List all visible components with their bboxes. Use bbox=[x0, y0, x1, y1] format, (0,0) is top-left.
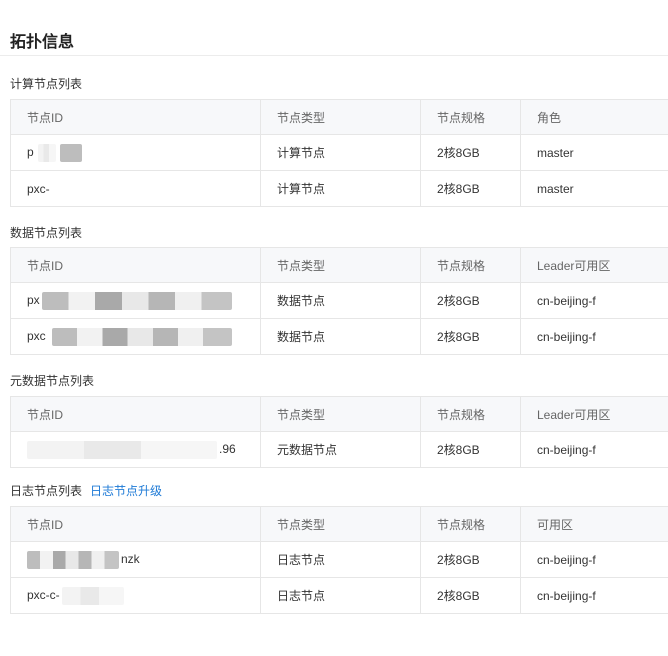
metadata-section-title: 元数据节点列表 bbox=[10, 374, 95, 388]
node-id-cell: p bbox=[10, 134, 261, 171]
node-zone-cell: cn-beijing-f bbox=[520, 431, 668, 468]
table-row: px 数据节点 2核8GB cn-beijing-f bbox=[10, 282, 668, 319]
node-id-cell: pxc- bbox=[10, 170, 261, 207]
node-zone-cell: cn-beijing-f bbox=[520, 541, 668, 578]
table-row: nzk 日志节点 2核8GB cn-beijing-f bbox=[10, 541, 668, 578]
log-section-title-text: 日志节点列表 bbox=[10, 484, 83, 498]
node-id-cell: px bbox=[10, 282, 261, 319]
node-spec-cell: 2核8GB bbox=[420, 170, 521, 207]
data-section-title: 数据节点列表 bbox=[10, 226, 83, 240]
redaction-mask bbox=[37, 143, 56, 162]
node-type-cell: 计算节点 bbox=[260, 170, 421, 207]
node-role-cell: master bbox=[520, 134, 668, 171]
node-type-cell: 日志节点 bbox=[260, 541, 421, 578]
node-spec-cell: 2核8GB bbox=[420, 431, 521, 468]
node-type-cell: 日志节点 bbox=[260, 577, 421, 614]
column-header: 节点类型 bbox=[260, 506, 421, 542]
node-id-text: p bbox=[27, 144, 34, 159]
node-spec-cell: 2核8GB bbox=[420, 577, 521, 614]
node-id-text: px bbox=[27, 292, 40, 307]
redaction-mask bbox=[51, 327, 232, 346]
column-header: 节点规格 bbox=[420, 396, 521, 432]
title-divider bbox=[0, 55, 668, 56]
node-type-cell: 元数据节点 bbox=[260, 431, 421, 468]
column-header: 节点规格 bbox=[420, 247, 521, 283]
column-header: 节点ID bbox=[10, 247, 261, 283]
redaction-mask bbox=[61, 586, 124, 605]
compute-node-table: 节点ID 节点类型 节点规格 角色 p 计算节点 2核8GB master px… bbox=[10, 99, 668, 207]
node-type-cell: 数据节点 bbox=[260, 282, 421, 319]
column-header: 节点类型 bbox=[260, 247, 421, 283]
table-row: pxc- 计算节点 2核8GB master bbox=[10, 170, 668, 207]
table-row: pxc-c- 日志节点 2核8GB cn-beijing-f bbox=[10, 577, 668, 614]
node-spec-cell: 2核8GB bbox=[420, 282, 521, 319]
node-zone-cell: cn-beijing-f bbox=[520, 282, 668, 319]
column-header: Leader可用区 bbox=[520, 396, 668, 432]
node-id-text: pxc-c- bbox=[27, 587, 60, 602]
node-id-cell: .96 bbox=[10, 431, 261, 468]
node-zone-cell: cn-beijing-f bbox=[520, 577, 668, 614]
metadata-node-table: 节点ID 节点类型 节点规格 Leader可用区 .96 元数据节点 2核8GB… bbox=[10, 396, 668, 468]
table-header-row: 节点ID 节点类型 节点规格 Leader可用区 bbox=[10, 247, 668, 283]
table-row: pxc 数据节点 2核8GB cn-beijing-f bbox=[10, 318, 668, 355]
node-id-cell: pxc-c- bbox=[10, 577, 261, 614]
column-header: 节点ID bbox=[10, 99, 261, 135]
redaction-mask bbox=[41, 291, 232, 310]
table-header-row: 节点ID 节点类型 节点规格 可用区 bbox=[10, 506, 668, 542]
node-type-cell: 计算节点 bbox=[260, 134, 421, 171]
node-id-text: pxc bbox=[27, 328, 46, 343]
column-header: 可用区 bbox=[520, 506, 668, 542]
log-node-table: 节点ID 节点类型 节点规格 可用区 nzk 日志节点 2核8GB cn-bei… bbox=[10, 506, 668, 614]
redaction-mask bbox=[27, 440, 217, 459]
column-header: Leader可用区 bbox=[520, 247, 668, 283]
node-id-text: .96 bbox=[219, 441, 236, 456]
node-id-cell: pxc bbox=[10, 318, 261, 355]
node-spec-cell: 2核8GB bbox=[420, 541, 521, 578]
node-id-cell: nzk bbox=[10, 541, 261, 578]
data-node-table: 节点ID 节点类型 节点规格 Leader可用区 px 数据节点 2核8GB c… bbox=[10, 247, 668, 355]
node-zone-cell: cn-beijing-f bbox=[520, 318, 668, 355]
redaction-mask bbox=[27, 550, 119, 569]
table-row: .96 元数据节点 2核8GB cn-beijing-f bbox=[10, 431, 668, 468]
column-header: 节点ID bbox=[10, 396, 261, 432]
node-role-cell: master bbox=[520, 170, 668, 207]
column-header: 节点规格 bbox=[420, 506, 521, 542]
column-header: 节点ID bbox=[10, 506, 261, 542]
upgrade-log-nodes-link[interactable]: 日志节点升级 bbox=[90, 484, 162, 498]
column-header: 节点规格 bbox=[420, 99, 521, 135]
column-header: 角色 bbox=[520, 99, 668, 135]
table-row: p 计算节点 2核8GB master bbox=[10, 134, 668, 171]
node-spec-cell: 2核8GB bbox=[420, 318, 521, 355]
column-header: 节点类型 bbox=[260, 99, 421, 135]
redaction-mask bbox=[59, 143, 82, 162]
log-section-title: 日志节点列表 日志节点升级 bbox=[10, 482, 162, 499]
table-header-row: 节点ID 节点类型 节点规格 角色 bbox=[10, 99, 668, 135]
node-type-cell: 数据节点 bbox=[260, 318, 421, 355]
compute-section-title: 计算节点列表 bbox=[10, 77, 83, 91]
column-header: 节点类型 bbox=[260, 396, 421, 432]
page-title: 拓扑信息 bbox=[10, 34, 75, 51]
node-id-text: nzk bbox=[121, 551, 140, 566]
node-spec-cell: 2核8GB bbox=[420, 134, 521, 171]
table-header-row: 节点ID 节点类型 节点规格 Leader可用区 bbox=[10, 396, 668, 432]
